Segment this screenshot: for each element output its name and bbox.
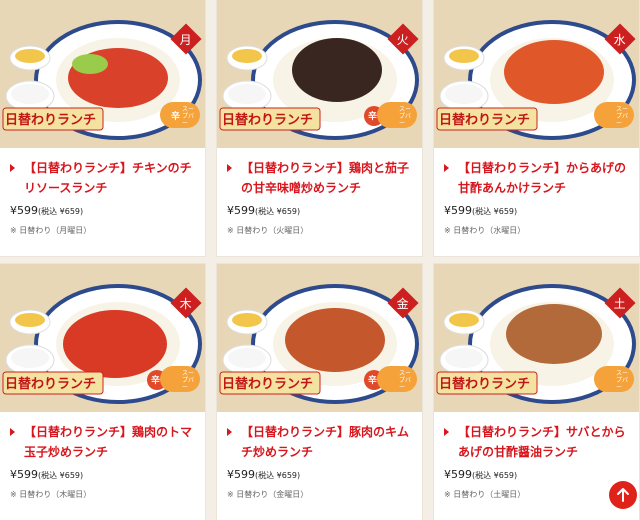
arrow-right-icon bbox=[444, 428, 449, 436]
arrow-right-icon bbox=[10, 428, 15, 436]
price: ¥599(税込 ¥659) bbox=[10, 468, 84, 481]
price: ¥599(税込 ¥659) bbox=[444, 204, 518, 217]
soup-bar-badge: スープバー bbox=[182, 106, 195, 127]
card-info: 【日替わりランチ】豚肉のキムチ炒めランチ ¥599(税込 ¥659) ※ 日替わ… bbox=[217, 412, 422, 520]
arrow-up-icon bbox=[617, 488, 629, 502]
price: ¥599(税込 ¥659) bbox=[10, 204, 84, 217]
menu-card[interactable]: 日替わりランチ 土 スープバー 【日替わりランチ】サバとからあげの甘酢醤油ランチ… bbox=[434, 264, 639, 520]
card-info: 【日替わりランチ】鶏肉のトマ玉子炒めランチ ¥599(税込 ¥659) ※ 日替… bbox=[0, 412, 205, 520]
menu-card[interactable]: 日替わりランチ 水 スープバー 【日替わりランチ】からあげの甘酢あんかけランチ … bbox=[434, 0, 639, 256]
menu-title-link[interactable]: 【日替わりランチ】サバとからあげの甘酢醤油ランチ bbox=[444, 422, 629, 462]
food-photo: 日替わりランチ 木 辛 スープバー bbox=[0, 264, 205, 412]
menu-title-link[interactable]: 【日替わりランチ】チキンのチリソースランチ bbox=[10, 158, 195, 198]
availability-note: ※ 日替わり（水曜日） bbox=[444, 226, 526, 235]
availability-note: ※ 日替わり（月曜日） bbox=[10, 226, 92, 235]
spicy-badge: 辛 bbox=[368, 112, 378, 122]
lunch-banner: 日替わりランチ bbox=[5, 113, 97, 128]
arrow-right-icon bbox=[444, 164, 449, 172]
lunch-banner: 日替わりランチ bbox=[222, 113, 314, 128]
spicy-badge: 辛 bbox=[368, 376, 378, 386]
price: ¥599(税込 ¥659) bbox=[227, 204, 301, 217]
menu-grid: 日替わりランチ 月 辛 スープバー 【日替わりランチ】チキンのチリソースランチ … bbox=[0, 0, 640, 520]
arrow-right-icon bbox=[10, 164, 15, 172]
soup-bar-badge: スープバー bbox=[399, 370, 412, 391]
menu-title-link[interactable]: 【日替わりランチ】鶏肉のトマ玉子炒めランチ bbox=[10, 422, 195, 462]
soup-bar-badge: スープバー bbox=[616, 106, 629, 127]
lunch-banner: 日替わりランチ bbox=[222, 377, 314, 392]
arrow-right-icon bbox=[227, 164, 232, 172]
menu-card[interactable]: 日替わりランチ 金 辛 スープバー 【日替わりランチ】豚肉のキムチ炒めランチ ¥… bbox=[217, 264, 422, 520]
card-info: 【日替わりランチ】からあげの甘酢あんかけランチ ¥599(税込 ¥659) ※ … bbox=[434, 148, 639, 256]
lunch-banner: 日替わりランチ bbox=[439, 377, 531, 392]
lunch-banner: 日替わりランチ bbox=[439, 113, 531, 128]
food-photo: 日替わりランチ 土 スープバー bbox=[434, 264, 639, 412]
soup-bar-badge: スープバー bbox=[616, 370, 629, 391]
lunch-banner: 日替わりランチ bbox=[5, 377, 97, 392]
availability-note: ※ 日替わり（木曜日） bbox=[10, 490, 92, 499]
food-photo: 日替わりランチ 月 辛 スープバー bbox=[0, 0, 205, 148]
menu-card[interactable]: 日替わりランチ 月 辛 スープバー 【日替わりランチ】チキンのチリソースランチ … bbox=[0, 0, 205, 256]
back-to-top-button[interactable] bbox=[609, 481, 637, 509]
food-photo: 日替わりランチ 水 スープバー bbox=[434, 0, 639, 148]
menu-title-link[interactable]: 【日替わりランチ】豚肉のキムチ炒めランチ bbox=[227, 422, 412, 462]
menu-card[interactable]: 日替わりランチ 火 辛 スープバー 【日替わりランチ】鶏肉と茄子の甘辛味噌炒めラ… bbox=[217, 0, 422, 256]
menu-title-link[interactable]: 【日替わりランチ】からあげの甘酢あんかけランチ bbox=[444, 158, 629, 198]
card-info: 【日替わりランチ】チキンのチリソースランチ ¥599(税込 ¥659) ※ 日替… bbox=[0, 148, 205, 256]
spicy-badge: 辛 bbox=[171, 112, 181, 122]
card-info: 【日替わりランチ】鶏肉と茄子の甘辛味噌炒めランチ ¥599(税込 ¥659) ※… bbox=[217, 148, 422, 256]
spicy-badge: 辛 bbox=[151, 376, 161, 386]
soup-bar-badge: スープバー bbox=[399, 106, 412, 127]
availability-note: ※ 日替わり（火曜日） bbox=[227, 226, 309, 235]
price: ¥599(税込 ¥659) bbox=[227, 468, 301, 481]
soup-bar-badge: スープバー bbox=[182, 370, 195, 391]
price: ¥599(税込 ¥659) bbox=[444, 468, 518, 481]
menu-card[interactable]: 日替わりランチ 木 辛 スープバー 【日替わりランチ】鶏肉のトマ玉子炒めランチ … bbox=[0, 264, 205, 520]
availability-note: ※ 日替わり（金曜日） bbox=[227, 490, 309, 499]
food-photo: 日替わりランチ 金 辛 スープバー bbox=[217, 264, 422, 412]
menu-title-link[interactable]: 【日替わりランチ】鶏肉と茄子の甘辛味噌炒めランチ bbox=[227, 158, 412, 198]
arrow-right-icon bbox=[227, 428, 232, 436]
availability-note: ※ 日替わり（土曜日） bbox=[444, 490, 526, 499]
card-info: 【日替わりランチ】サバとからあげの甘酢醤油ランチ ¥599(税込 ¥659) ※… bbox=[434, 412, 639, 520]
food-photo: 日替わりランチ 火 辛 スープバー bbox=[217, 0, 422, 148]
